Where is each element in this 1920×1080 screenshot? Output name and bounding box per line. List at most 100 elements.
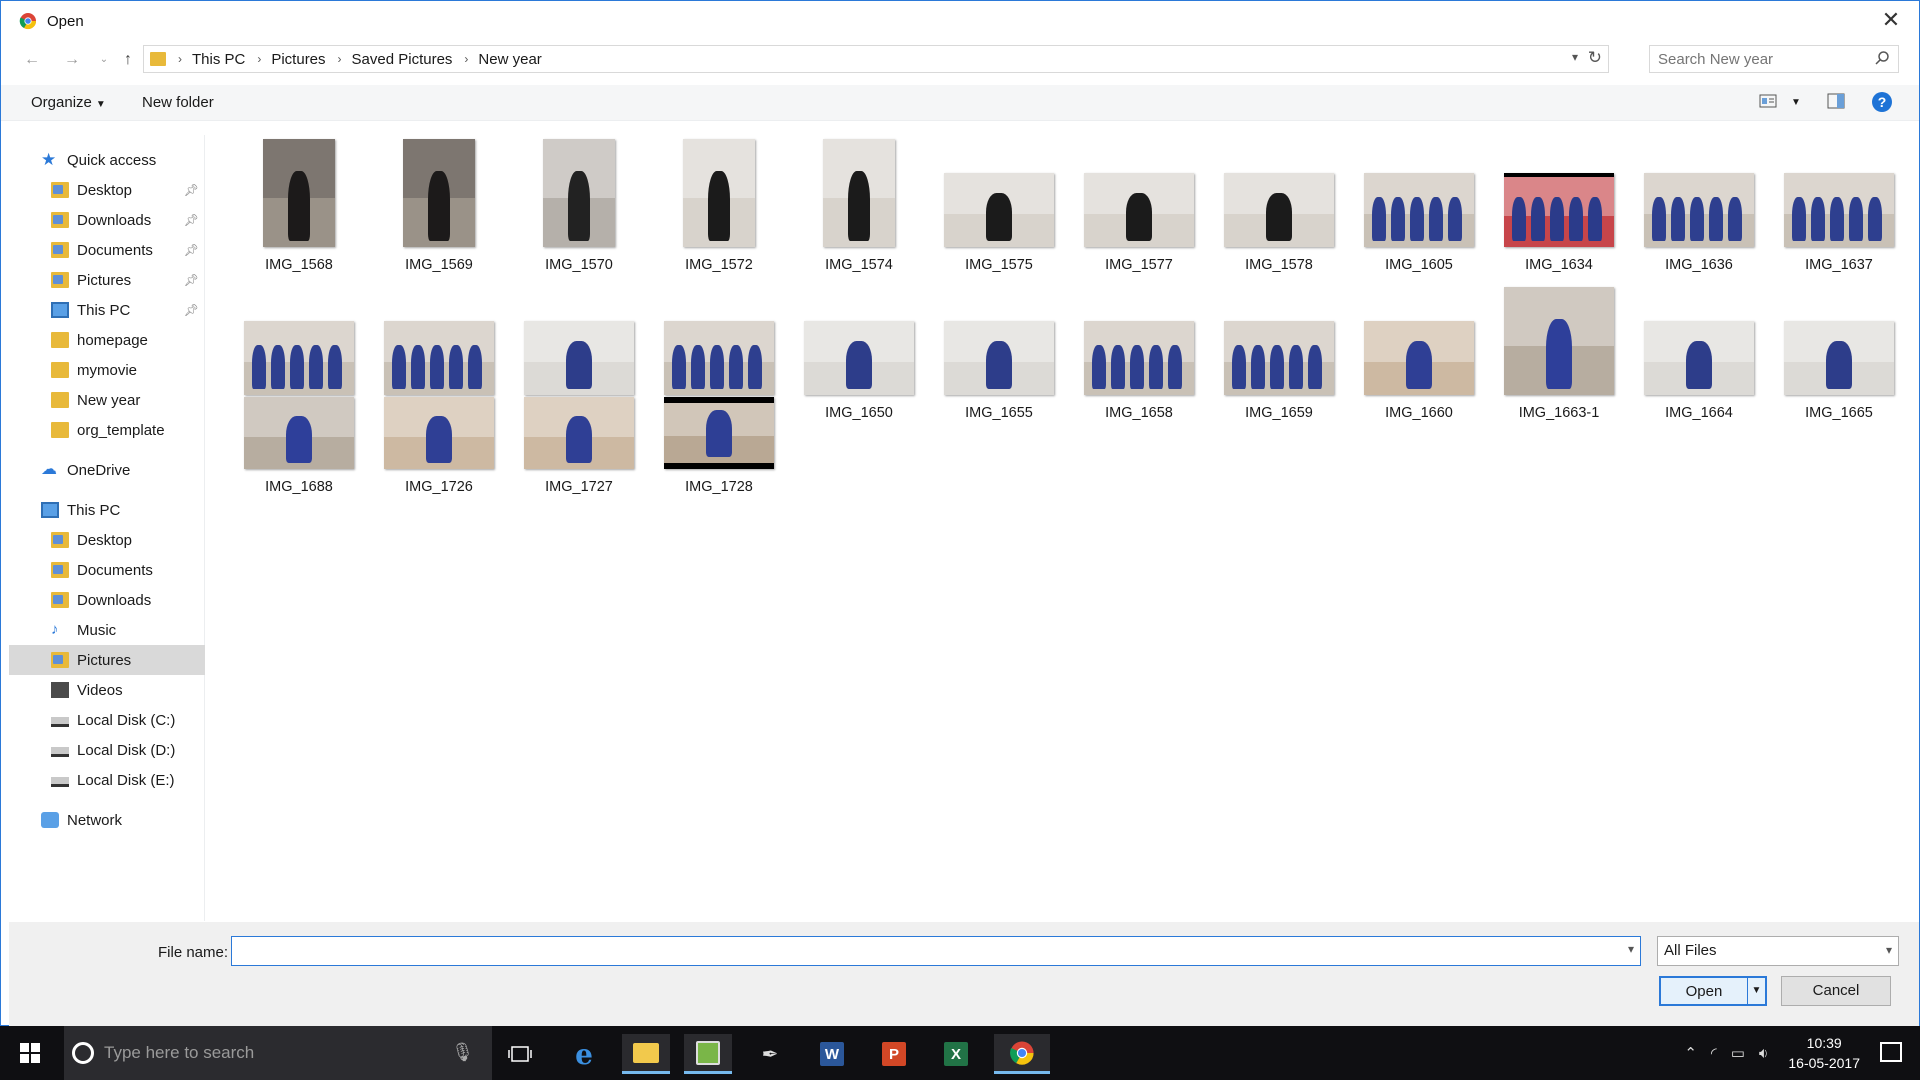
- recent-locations-chevron-icon[interactable]: ⌄: [93, 49, 115, 71]
- sidebar-item[interactable]: ☁ OneDrive: [9, 455, 205, 485]
- sidebar-item[interactable]: Local Disk (C:): [9, 705, 205, 735]
- task-view-icon[interactable]: [496, 1034, 544, 1074]
- file-item[interactable]: IMG_1634: [1489, 135, 1629, 285]
- view-options-chevron-icon[interactable]: ▼: [1791, 97, 1801, 108]
- file-item[interactable]: IMG_1727: [509, 393, 649, 543]
- sidebar-item[interactable]: ♪ Music: [9, 615, 205, 645]
- new-folder-button[interactable]: New folder: [142, 94, 214, 111]
- file-item[interactable]: IMG_1660: [1349, 281, 1489, 431]
- chevron-down-icon[interactable]: ▾: [1572, 50, 1578, 64]
- sidebar-item[interactable]: Documents 📌︎: [9, 235, 205, 265]
- edge-browser-icon[interactable]: e: [560, 1034, 608, 1074]
- file-item[interactable]: IMG_1664: [1629, 281, 1769, 431]
- microphone-icon[interactable]: 🎙︎: [451, 1042, 474, 1063]
- breadcrumb-pictures[interactable]: Pictures: [271, 51, 325, 68]
- sidebar-item[interactable]: Downloads: [9, 585, 205, 615]
- sidebar-item[interactable]: Desktop: [9, 525, 205, 555]
- file-item[interactable]: IMG_1650: [789, 281, 929, 431]
- cancel-button[interactable]: Cancel: [1781, 976, 1891, 1006]
- pen-app-icon[interactable]: ✒: [746, 1034, 794, 1074]
- taskbar-search-box[interactable]: Type here to search 🎙︎: [64, 1026, 492, 1080]
- forward-arrow-icon[interactable]: →: [61, 49, 83, 71]
- powerpoint-app-icon[interactable]: P: [870, 1034, 918, 1074]
- sidebar-item[interactable]: org_template: [9, 415, 205, 445]
- file-name-combobox[interactable]: ▾: [231, 936, 1641, 966]
- breadcrumb-new-year[interactable]: New year: [478, 51, 541, 68]
- file-item[interactable]: IMG_1572: [649, 135, 789, 285]
- chevron-right-icon[interactable]: ›: [257, 52, 261, 66]
- chevron-right-icon[interactable]: ›: [178, 52, 182, 66]
- change-view-icon[interactable]: [1759, 93, 1777, 109]
- sidebar-item[interactable]: Pictures 📌︎: [9, 265, 205, 295]
- file-item[interactable]: IMG_1663-1: [1489, 281, 1629, 431]
- open-options-chevron-icon[interactable]: ▼: [1747, 978, 1765, 1004]
- excel-app-icon[interactable]: X: [932, 1034, 980, 1074]
- file-item[interactable]: IMG_1575: [929, 135, 1069, 285]
- sidebar-item[interactable]: Videos: [9, 675, 205, 705]
- file-name-input[interactable]: [232, 937, 1612, 965]
- clock[interactable]: 10:39 16-05-2017: [1788, 1033, 1860, 1073]
- close-icon[interactable]: ✕: [1879, 9, 1903, 33]
- file-explorer-icon[interactable]: [622, 1034, 670, 1074]
- battery-icon[interactable]: ▭: [1731, 1044, 1745, 1062]
- file-item[interactable]: IMG_1577: [1069, 135, 1209, 285]
- up-arrow-icon[interactable]: ↑: [117, 49, 139, 71]
- back-arrow-icon[interactable]: ←: [21, 49, 43, 71]
- organize-menu[interactable]: Organize ▼: [31, 94, 106, 111]
- file-item[interactable]: IMG_1568: [229, 135, 369, 285]
- file-item[interactable]: IMG_1728: [649, 393, 789, 543]
- file-item[interactable]: IMG_1605: [1349, 135, 1489, 285]
- command-bar: Organize ▼ New folder ▼ ?: [1, 85, 1919, 121]
- chevron-right-icon[interactable]: ›: [464, 52, 468, 66]
- sidebar-item[interactable]: Local Disk (D:): [9, 735, 205, 765]
- sidebar-item[interactable]: homepage: [9, 325, 205, 355]
- file-item[interactable]: IMG_1726: [369, 393, 509, 543]
- help-icon[interactable]: ?: [1871, 91, 1893, 113]
- file-item[interactable]: IMG_1665: [1769, 281, 1909, 431]
- chevron-down-icon[interactable]: ▾: [1628, 942, 1634, 956]
- sidebar-item[interactable]: New year: [9, 385, 205, 415]
- sidebar-item-label: Local Disk (E:): [77, 771, 175, 789]
- search-icon[interactable]: [1874, 50, 1890, 66]
- chrome-app-icon[interactable]: [994, 1034, 1050, 1074]
- file-item[interactable]: IMG_1637: [1769, 135, 1909, 285]
- sidebar-item[interactable]: ★ Quick access: [9, 145, 205, 175]
- photos-app-icon[interactable]: [684, 1034, 732, 1074]
- sidebar-item[interactable]: Pictures: [9, 645, 205, 675]
- file-type-select[interactable]: All Files ▾: [1657, 936, 1899, 966]
- file-item[interactable]: IMG_1636: [1629, 135, 1769, 285]
- sidebar-item[interactable]: mymovie: [9, 355, 205, 385]
- breadcrumb-this-pc[interactable]: This PC: [192, 51, 245, 68]
- file-item[interactable]: IMG_1569: [369, 135, 509, 285]
- sidebar-item[interactable]: This PC: [9, 495, 205, 525]
- address-bar[interactable]: › This PC › Pictures › Saved Pictures › …: [143, 45, 1609, 73]
- computer-icon: [41, 502, 59, 518]
- sidebar-item[interactable]: Downloads 📌︎: [9, 205, 205, 235]
- sidebar-item[interactable]: Local Disk (E:): [9, 765, 205, 795]
- file-item[interactable]: IMG_1655: [929, 281, 1069, 431]
- sidebar-item[interactable]: Documents: [9, 555, 205, 585]
- search-input[interactable]: [1650, 46, 1860, 72]
- windows-start-icon[interactable]: [20, 1043, 40, 1063]
- action-center-icon[interactable]: [1880, 1042, 1902, 1062]
- file-item[interactable]: IMG_1659: [1209, 281, 1349, 431]
- file-item[interactable]: IMG_1658: [1069, 281, 1209, 431]
- file-item[interactable]: IMG_1570: [509, 135, 649, 285]
- sidebar-item[interactable]: Network: [9, 805, 205, 835]
- wifi-icon[interactable]: ◜: [1711, 1044, 1717, 1062]
- breadcrumb-saved-pictures[interactable]: Saved Pictures: [352, 51, 453, 68]
- volume-icon[interactable]: 🔉︎: [1759, 1045, 1768, 1062]
- sidebar-item[interactable]: Desktop 📌︎: [9, 175, 205, 205]
- search-box[interactable]: [1649, 45, 1899, 73]
- file-item[interactable]: IMG_1688: [229, 393, 369, 543]
- preview-pane-icon[interactable]: [1827, 93, 1845, 109]
- word-app-icon[interactable]: W: [808, 1034, 856, 1074]
- file-item[interactable]: IMG_1574: [789, 135, 929, 285]
- chevron-right-icon[interactable]: ›: [338, 52, 342, 66]
- refresh-icon[interactable]: ↻: [1588, 48, 1602, 68]
- sidebar-item[interactable]: This PC 📌︎: [9, 295, 205, 325]
- chevron-up-icon[interactable]: ⌃: [1684, 1044, 1697, 1062]
- file-item[interactable]: IMG_1578: [1209, 135, 1349, 285]
- taskbar: Type here to search 🎙︎ e ✒ W P X ⌃ ◜ ▭ 🔉…: [0, 1026, 1920, 1080]
- open-button[interactable]: Open ▼: [1659, 976, 1767, 1006]
